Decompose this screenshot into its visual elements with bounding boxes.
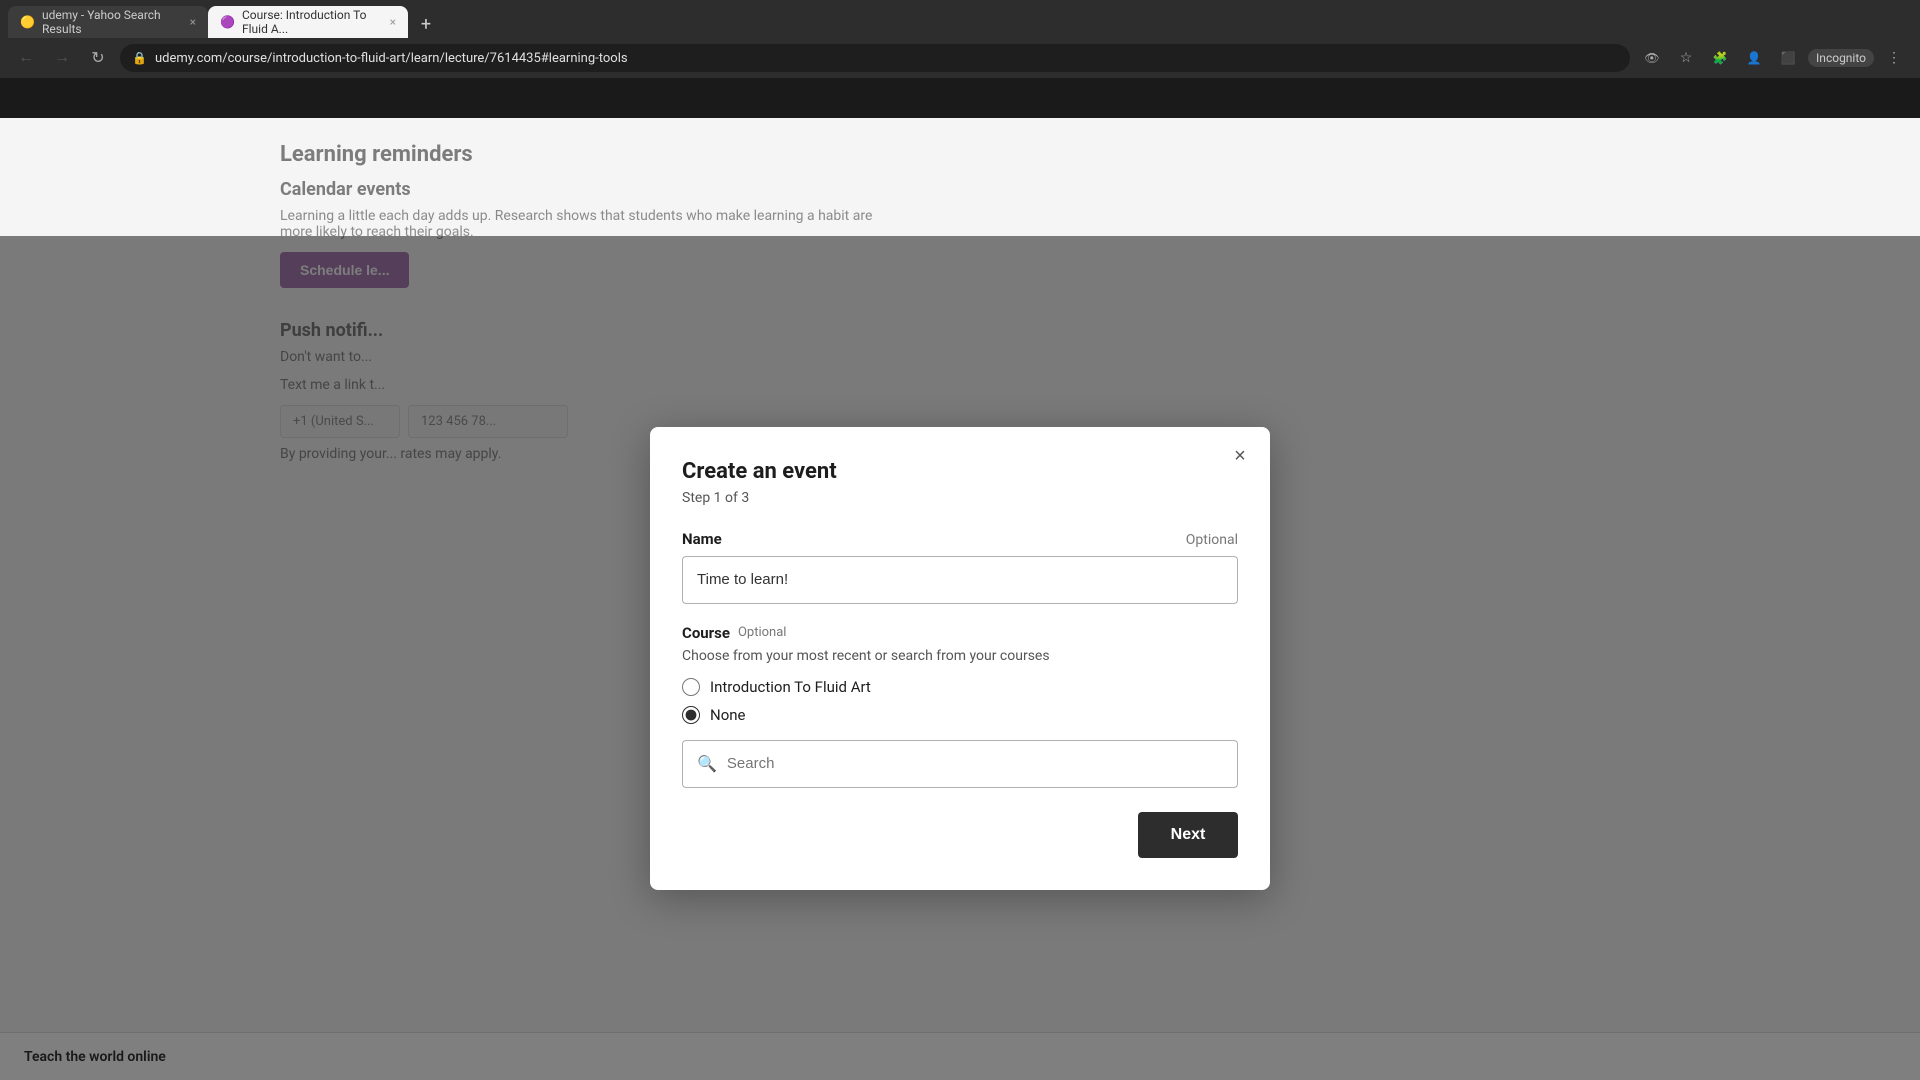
address-bar: ← → ↻ 🔒 udemy.com/course/introduction-to… bbox=[0, 38, 1920, 78]
new-tab-button[interactable]: + bbox=[412, 10, 440, 38]
bookmark-icon[interactable]: ☆ bbox=[1672, 44, 1700, 72]
refresh-button[interactable]: ↻ bbox=[84, 44, 112, 72]
yahoo-favicon: 🟡 bbox=[20, 15, 34, 29]
browser-chrome: 🟡 udemy - Yahoo Search Results × 🟣 Cours… bbox=[0, 0, 1920, 78]
tab-udemy-label: Course: Introduction To Fluid A... bbox=[242, 8, 378, 36]
url-text: udemy.com/course/introduction-to-fluid-a… bbox=[155, 51, 628, 66]
tab-yahoo-close[interactable]: × bbox=[190, 15, 196, 29]
radio-none-input[interactable] bbox=[682, 706, 700, 724]
tab-yahoo-label: udemy - Yahoo Search Results bbox=[42, 8, 178, 36]
radio-intro-fluid-input[interactable] bbox=[682, 678, 700, 696]
name-label: Name bbox=[682, 530, 722, 548]
modal-close-button[interactable]: × bbox=[1226, 443, 1254, 471]
radio-none-label: None bbox=[710, 706, 746, 724]
course-label-row: Course Optional bbox=[682, 624, 1238, 642]
course-radio-group: Introduction To Fluid Art None bbox=[682, 678, 1238, 724]
calendar-events-heading: Calendar events bbox=[280, 179, 1640, 200]
modal-overlay: × Create an event Step 1 of 3 Name Optio… bbox=[0, 236, 1920, 1080]
extensions-icon[interactable]: 🧩 bbox=[1706, 44, 1734, 72]
search-icon: 🔍 bbox=[697, 754, 717, 773]
more-options-icon[interactable]: ⋮ bbox=[1880, 44, 1908, 72]
modal-step: Step 1 of 3 bbox=[682, 490, 1238, 506]
back-button[interactable]: ← bbox=[12, 44, 40, 72]
tab-udemy[interactable]: 🟣 Course: Introduction To Fluid A... × bbox=[208, 6, 408, 38]
incognito-badge: Incognito bbox=[1808, 49, 1874, 67]
sidebar-icon[interactable]: ⬛ bbox=[1774, 44, 1802, 72]
course-search-input[interactable] bbox=[727, 755, 1223, 772]
lock-icon: 🔒 bbox=[132, 51, 147, 65]
udemy-favicon: 🟣 bbox=[220, 15, 234, 29]
radio-intro-fluid-label: Introduction To Fluid Art bbox=[710, 678, 871, 696]
course-label: Course bbox=[682, 624, 730, 642]
course-optional: Optional bbox=[738, 625, 786, 640]
forward-button[interactable]: → bbox=[48, 44, 76, 72]
course-hint: Choose from your most recent or search f… bbox=[682, 648, 1238, 664]
profile-icon[interactable]: 👤 bbox=[1740, 44, 1768, 72]
name-field-row: Name Optional bbox=[682, 530, 1238, 548]
name-input[interactable] bbox=[682, 556, 1238, 604]
tab-bar: 🟡 udemy - Yahoo Search Results × 🟣 Cours… bbox=[0, 0, 1920, 38]
modal-footer: Next bbox=[682, 812, 1238, 858]
screen-reader-icon[interactable]: 👁 bbox=[1638, 44, 1666, 72]
tab-yahoo[interactable]: 🟡 udemy - Yahoo Search Results × bbox=[8, 6, 208, 38]
tab-udemy-close[interactable]: × bbox=[390, 15, 396, 29]
url-bar[interactable]: 🔒 udemy.com/course/introduction-to-fluid… bbox=[120, 44, 1630, 72]
page-background: Learning reminders Calendar events Learn… bbox=[0, 118, 1920, 1080]
browser-actions: 👁 ☆ 🧩 👤 ⬛ Incognito ⋮ bbox=[1638, 44, 1908, 72]
next-button[interactable]: Next bbox=[1138, 812, 1238, 858]
modal-title: Create an event bbox=[682, 459, 1238, 484]
create-event-modal: × Create an event Step 1 of 3 Name Optio… bbox=[650, 427, 1270, 890]
radio-intro-fluid[interactable]: Introduction To Fluid Art bbox=[682, 678, 1238, 696]
course-search-box[interactable]: 🔍 bbox=[682, 740, 1238, 788]
learning-reminders-title: Learning reminders bbox=[280, 142, 1640, 167]
radio-none[interactable]: None bbox=[682, 706, 1238, 724]
name-optional: Optional bbox=[1186, 532, 1238, 548]
